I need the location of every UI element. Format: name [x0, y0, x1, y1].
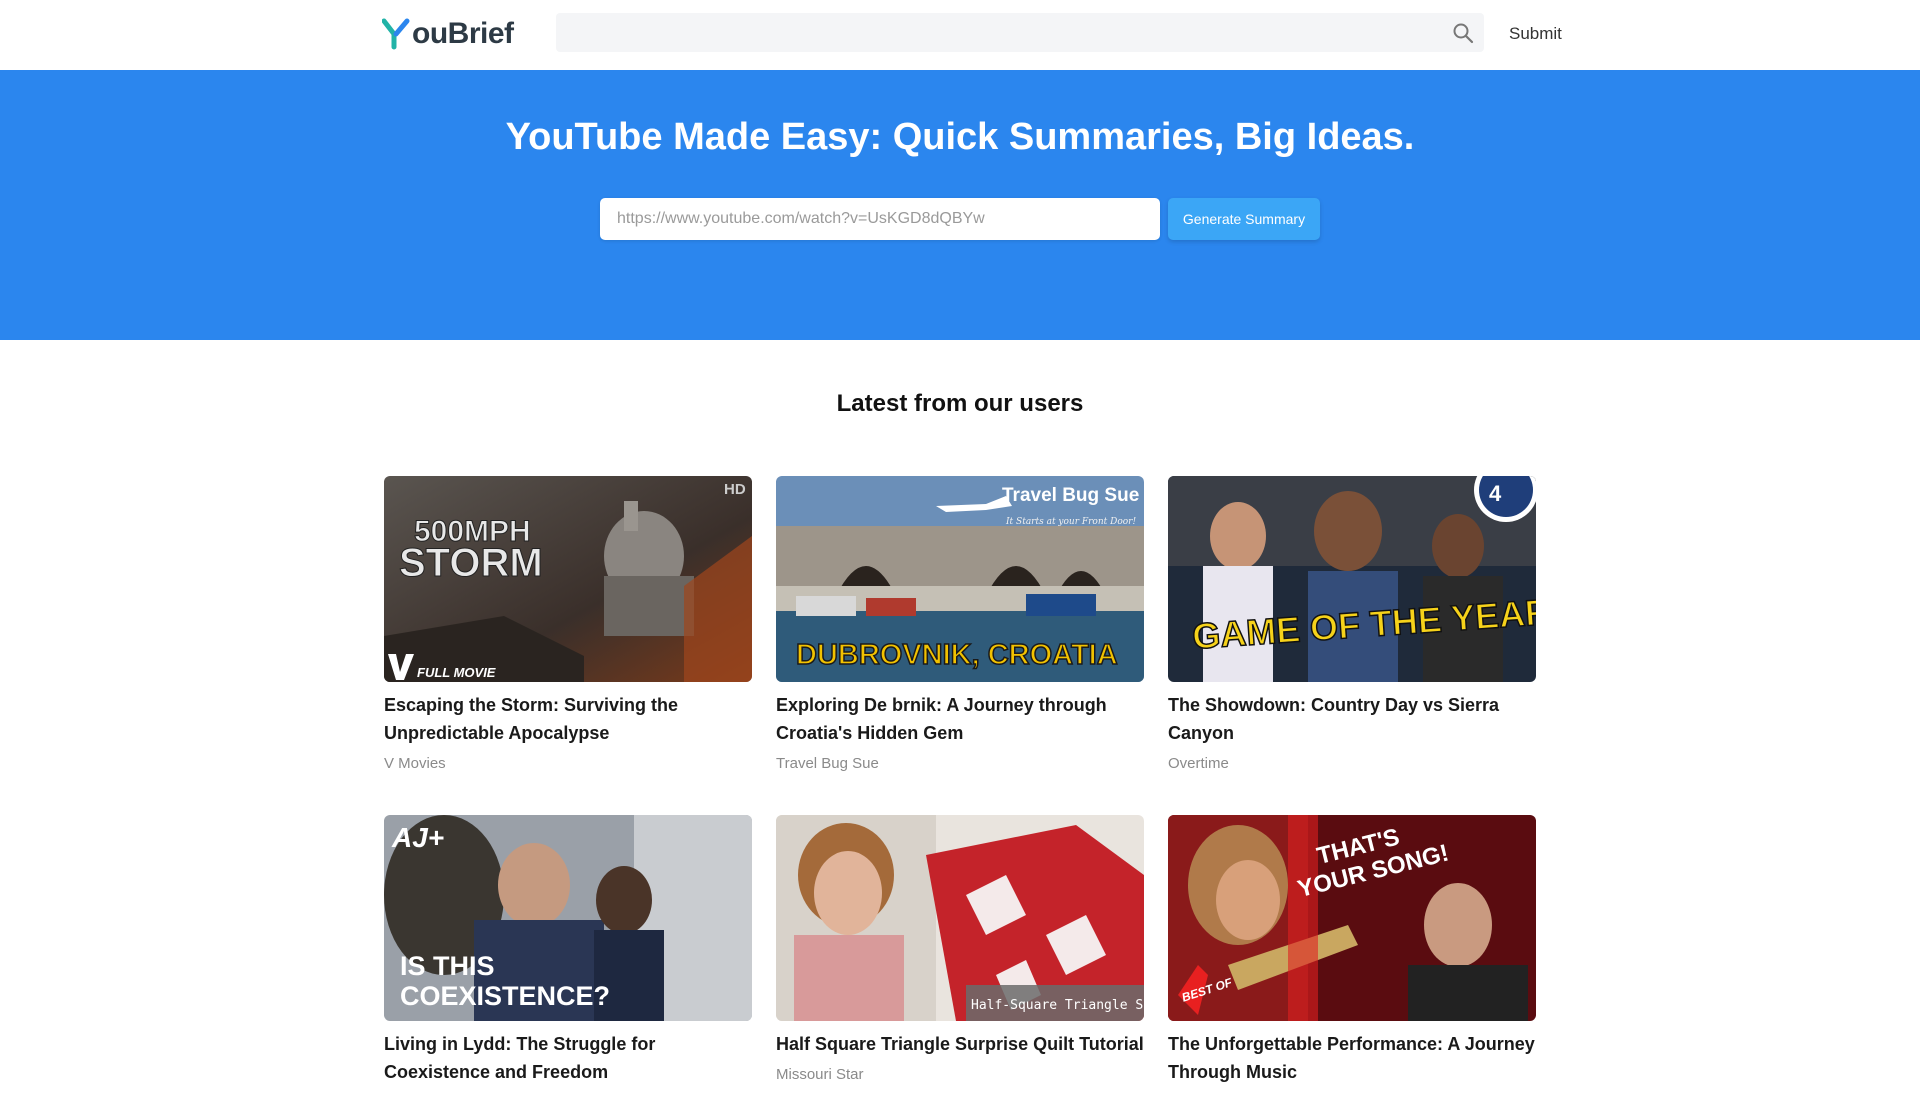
generate-summary-button[interactable]: Generate Summary: [1168, 198, 1320, 240]
channel-name: Missouri Star: [776, 1066, 864, 1083]
channel-name: Overtime: [1168, 755, 1229, 772]
youbrief-logo[interactable]: ouBrief: [382, 16, 514, 52]
video-title[interactable]: Living in Lydd: The Struggle for Coexist…: [384, 1030, 752, 1086]
thumb-text-line: COEXISTENCE?: [400, 981, 610, 1011]
thumb-badge: 4: [1489, 481, 1502, 506]
thumb-corner: HD: [724, 481, 746, 498]
video-title[interactable]: Exploring De brnik: A Journey through Cr…: [776, 691, 1144, 747]
video-title[interactable]: Half Square Triangle Surprise Quilt Tuto…: [776, 1030, 1144, 1058]
top-header: ouBrief Submit: [0, 0, 1920, 70]
latest-section-title: Latest from our users: [836, 390, 1084, 417]
video-card[interactable]: THAT'S YOUR SONG! BEST OF The Unforgetta…: [1168, 815, 1536, 1094]
video-thumbnail[interactable]: 500MPH STORM FULL MOVIE HD: [384, 476, 752, 682]
thumb-text-line: IS THIS: [400, 951, 495, 981]
video-card[interactable]: Half-Square Triangle Surprise Half Squar…: [776, 815, 1144, 1083]
video-card[interactable]: AJ+ IS THIS COEXISTENCE? Living in Lydd:…: [384, 815, 752, 1094]
thumb-corner: It Starts at your Front Door!: [1005, 517, 1136, 527]
video-thumbnail[interactable]: Travel Bug Sue It Starts at your Front D…: [776, 476, 1144, 682]
thumb-badge: Travel Bug Sue: [1002, 485, 1139, 506]
video-card[interactable]: 4 GAME OF THE YEAR The Showdown: Country…: [1168, 476, 1536, 772]
thumb-text-line: STORM: [399, 541, 543, 585]
video-card[interactable]: Travel Bug Sue It Starts at your Front D…: [776, 476, 1144, 772]
logo-text: ouBrief: [412, 17, 514, 50]
youtube-url-input[interactable]: [600, 198, 1160, 240]
hero-title: YouTube Made Easy: Quick Summaries, Big …: [505, 116, 1415, 158]
submit-link[interactable]: Submit: [1509, 24, 1562, 44]
thumb-text-line: Half-Square Triangle Surprise: [971, 998, 1144, 1013]
video-title[interactable]: Escaping the Storm: Surviving the Unpred…: [384, 691, 752, 747]
channel-name: Travel Bug Sue: [776, 755, 879, 772]
video-thumbnail[interactable]: AJ+ IS THIS COEXISTENCE?: [384, 815, 752, 1021]
thumb-text-line: DUBROVNIK, CROATIA: [796, 639, 1118, 671]
search-icon[interactable]: [1452, 22, 1474, 44]
logo-y-icon: [382, 18, 410, 50]
video-thumbnail[interactable]: Half-Square Triangle Surprise: [776, 815, 1144, 1021]
search-input[interactable]: [556, 13, 1484, 52]
video-title[interactable]: The Showdown: Country Day vs Sierra Cany…: [1168, 691, 1536, 747]
hero-banner: YouTube Made Easy: Quick Summaries, Big …: [0, 70, 1920, 340]
video-card[interactable]: 500MPH STORM FULL MOVIE HD Escaping the …: [384, 476, 752, 772]
video-thumbnail[interactable]: THAT'S YOUR SONG! BEST OF: [1168, 815, 1536, 1021]
thumb-badge: FULL MOVIE: [417, 665, 496, 680]
thumb-badge: AJ+: [391, 822, 444, 853]
video-thumbnail[interactable]: 4 GAME OF THE YEAR: [1168, 476, 1536, 682]
channel-name: V Movies: [384, 755, 446, 772]
video-title[interactable]: The Unforgettable Performance: A Journey…: [1168, 1030, 1536, 1086]
